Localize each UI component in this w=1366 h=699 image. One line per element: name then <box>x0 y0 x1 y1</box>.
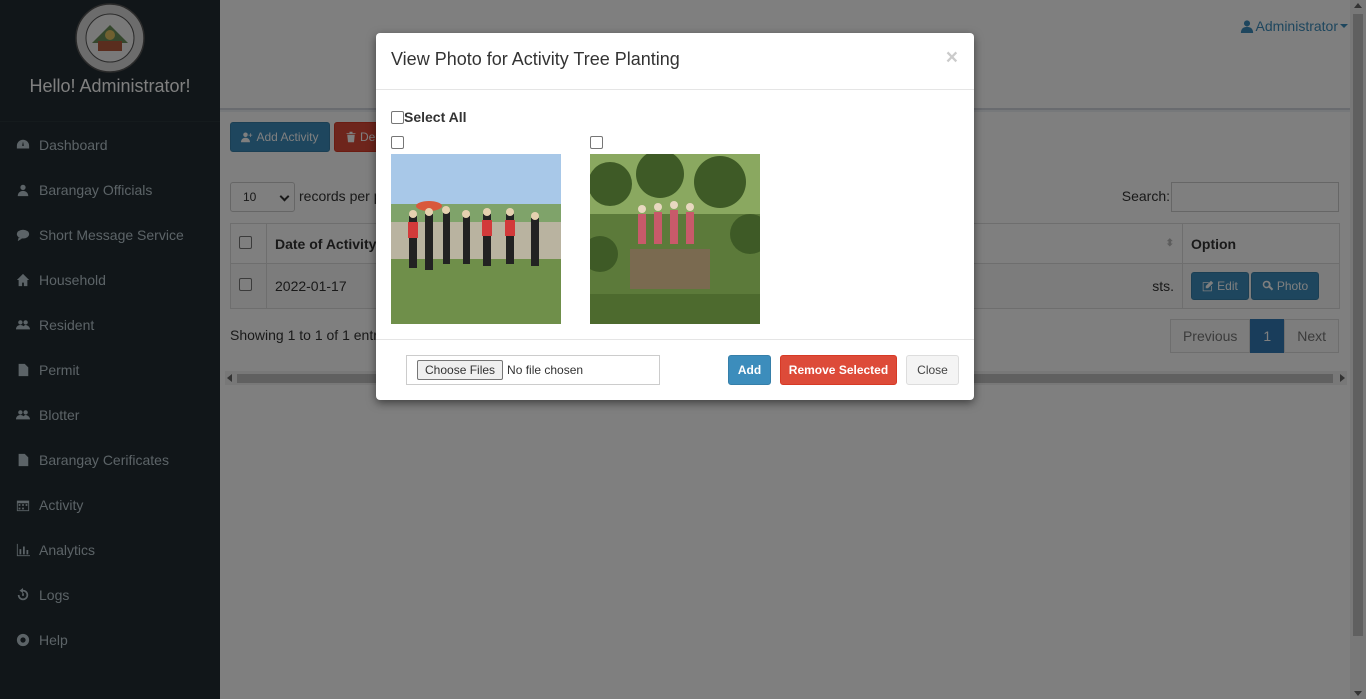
close-button[interactable]: Close <box>906 355 959 385</box>
modal-body: Select All <box>376 90 974 340</box>
remove-selected-button[interactable]: Remove Selected <box>780 355 897 385</box>
modal-footer: Choose Files No file chosen Add Remove S… <box>376 339 974 400</box>
choose-files-button[interactable]: Choose Files <box>417 360 504 380</box>
file-status-text: No file chosen <box>507 363 584 377</box>
view-photo-modal: View Photo for Activity Tree Planting × … <box>376 33 974 400</box>
photo-checkbox[interactable] <box>590 136 603 149</box>
photo-tree-planting-forest[interactable] <box>590 154 760 324</box>
select-all-checkbox-label[interactable]: Select All <box>391 109 467 125</box>
modal-title: View Photo for Activity Tree Planting <box>391 49 680 69</box>
photo-checkbox[interactable] <box>391 136 404 149</box>
photo-tree-planting-river[interactable] <box>391 154 561 324</box>
add-photo-button[interactable]: Add <box>728 355 771 385</box>
select-all-checkbox[interactable] <box>391 110 404 124</box>
close-icon[interactable]: × <box>946 46 958 70</box>
select-all-text: Select All <box>404 109 467 125</box>
modal-header: View Photo for Activity Tree Planting × <box>376 33 974 90</box>
file-upload-input[interactable]: Choose Files No file chosen <box>406 355 660 385</box>
